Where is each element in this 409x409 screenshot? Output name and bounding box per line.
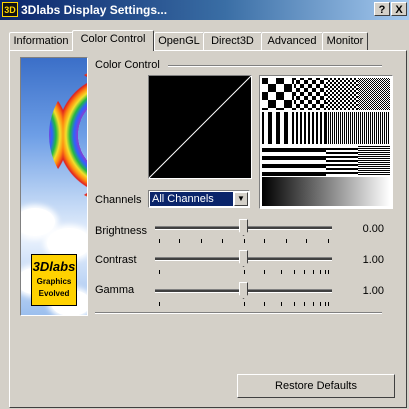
slider-tick [264,302,265,306]
slider-tick [222,239,223,243]
slider-tick [294,302,295,306]
help-button[interactable]: ? [374,2,390,16]
app-icon: 3D [2,2,18,17]
slider-tick [320,302,321,306]
chevron-down-icon[interactable]: ▼ [234,192,248,206]
tab-direct3d[interactable]: Direct3D [203,32,262,50]
logo-wordmark: 3Dlabs [32,259,76,274]
test-pattern-preview [259,75,393,209]
slider-tick [244,239,245,243]
slider-tick [294,270,295,274]
slider-tick [304,270,305,274]
slider-tick [159,270,160,274]
logo-tagline-1: Graphics [36,277,72,286]
slider-tick [159,239,160,243]
contrast-label: Contrast [95,254,137,266]
brightness-label: Brightness [95,225,147,237]
logo-tagline-2: Evolved [38,289,70,298]
slider-tick [328,302,329,306]
tab-advanced[interactable]: Advanced [261,32,323,50]
slider-tick [281,302,282,306]
slider-tick [281,270,282,274]
3dlabs-logo: 3Dlabs Graphics Evolved [31,254,77,306]
gamma-curve-preview [148,75,252,179]
tab-opengl[interactable]: OpenGL [154,32,204,50]
channels-dropdown[interactable]: All Channels ▼ [148,190,250,208]
rainbow-graphic [49,66,87,204]
title-bar[interactable]: 3D 3Dlabs Display Settings... ? X [0,0,409,20]
tab-information[interactable]: Information [9,32,73,50]
contrast-ticks [155,270,332,276]
slider-tick [244,270,245,274]
slider-tick [306,239,307,243]
slider-tick [304,302,305,306]
slider-tick [264,239,265,243]
cloud-graphic [21,208,55,236]
brightness-ticks [155,239,332,245]
slider-tick [264,270,265,274]
window-title: 3Dlabs Display Settings... [21,3,168,17]
tab-monitor[interactable]: Monitor [322,32,368,50]
color-control-group-label: Color Control [95,59,162,71]
slider-tick [328,239,329,243]
gamma-curve-svg [148,75,252,179]
group-divider [168,65,382,67]
restore-defaults-button[interactable]: Restore Defaults [237,374,395,398]
channels-label: Channels [95,194,142,206]
slider-tick [328,270,329,274]
gamma-curve-line [148,75,252,179]
slider-tick [159,302,160,306]
slider-tick [313,270,314,274]
slider-tick [320,270,321,274]
gamma-label: Gamma [95,284,135,296]
slider-tick [179,239,180,243]
slider-tick [325,270,326,274]
slider-tick [313,302,314,306]
section-divider [95,312,382,314]
brightness-value: 0.00 [362,223,384,235]
slider-tick [325,302,326,306]
gamma-ticks [155,302,332,308]
brand-banner: 3Dlabs Graphics Evolved [20,57,88,316]
gamma-value: 1.00 [362,285,384,297]
slider-tick [286,239,287,243]
slider-tick [201,239,202,243]
slider-tick [244,302,245,306]
tab-color-control[interactable]: Color Control [72,30,154,51]
test-pattern-svg [262,78,390,206]
channels-selected-value: All Channels [150,192,233,206]
close-button[interactable]: X [391,2,407,16]
contrast-value: 1.00 [362,254,384,266]
